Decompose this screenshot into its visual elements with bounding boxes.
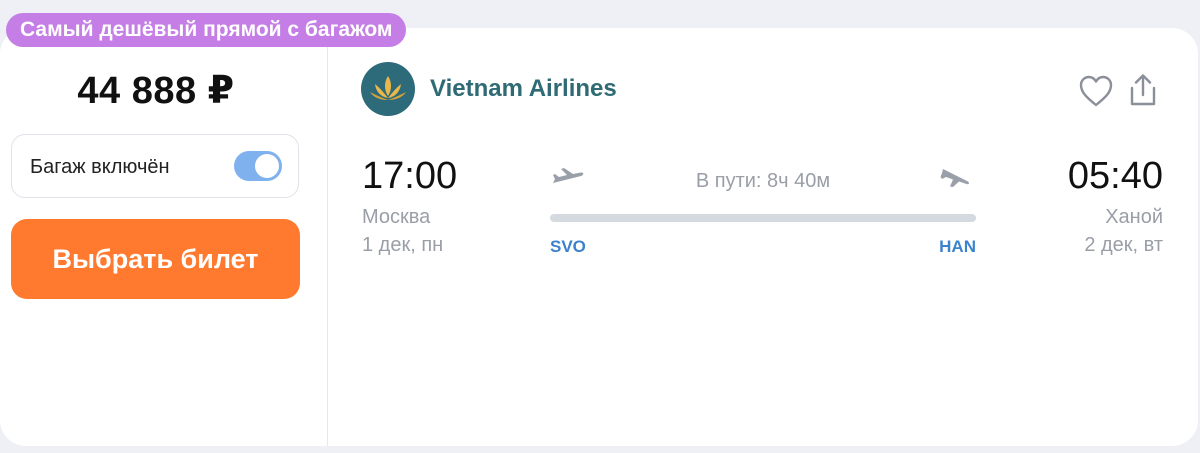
departure-date: 1 дек, пн bbox=[362, 234, 444, 256]
landing-icon bbox=[938, 164, 974, 190]
arrival-time: 05:40 bbox=[1067, 155, 1163, 197]
select-ticket-button[interactable]: Выбрать билет bbox=[11, 219, 300, 299]
ticket-price: 44 888 ₽ bbox=[77, 70, 235, 112]
flight-duration: В пути: 8ч 40м bbox=[695, 170, 831, 192]
airline-name: Vietnam Airlines bbox=[430, 75, 617, 102]
departure-time: 17:00 bbox=[362, 155, 458, 197]
baggage-option: Багаж включён bbox=[11, 134, 299, 198]
arrival-date: 2 дек, вт bbox=[1084, 234, 1163, 256]
card-divider bbox=[327, 28, 328, 446]
arrival-city: Ханой bbox=[1105, 206, 1163, 228]
toggle-knob bbox=[255, 154, 279, 178]
best-offer-badge: Самый дешёвый прямой с багажом bbox=[6, 13, 407, 47]
share-icon[interactable] bbox=[1126, 72, 1160, 108]
arrival-airport-code: HAN bbox=[939, 237, 976, 256]
baggage-label: Багаж включён bbox=[30, 156, 170, 178]
heart-icon[interactable] bbox=[1078, 74, 1114, 108]
lotus-logo-icon bbox=[361, 62, 415, 116]
departure-city: Москва bbox=[362, 206, 431, 228]
route-line bbox=[550, 214, 976, 222]
departure-airport-code: SVO bbox=[550, 237, 586, 256]
baggage-toggle[interactable] bbox=[234, 151, 282, 181]
